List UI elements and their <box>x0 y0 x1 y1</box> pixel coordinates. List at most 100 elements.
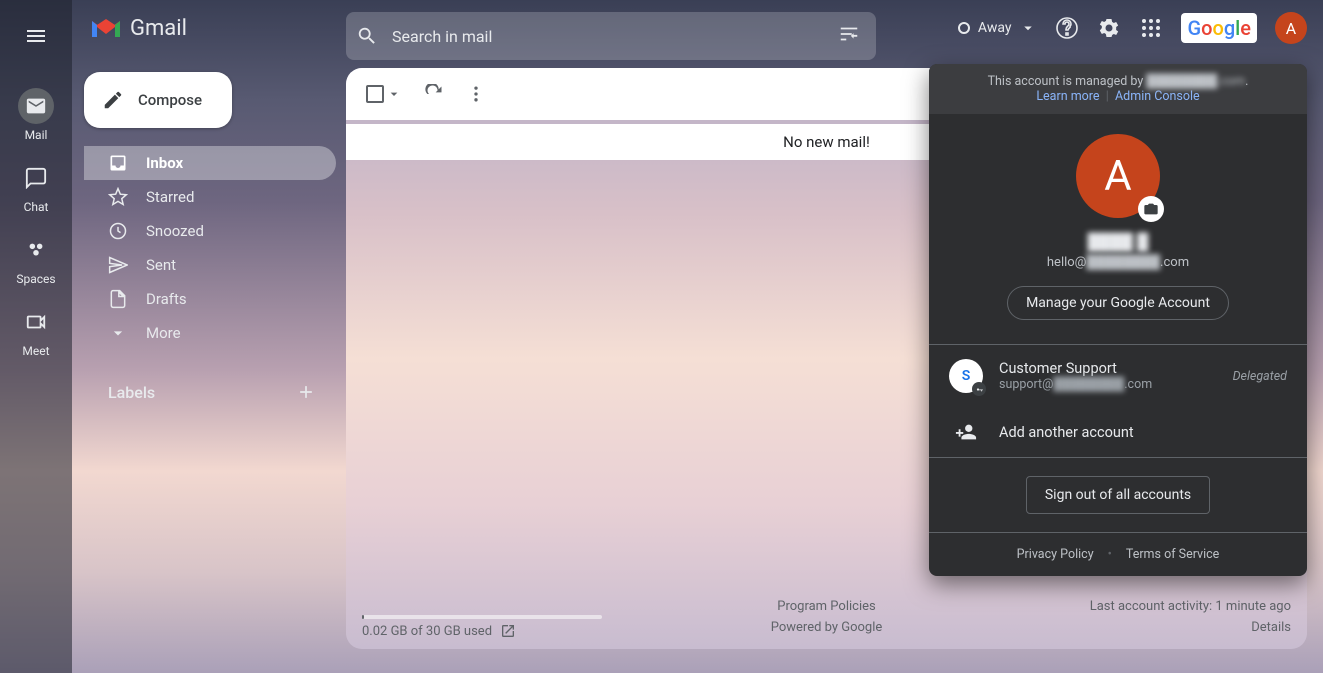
gmail-wordmark: Gmail <box>130 16 187 41</box>
star-icon <box>108 187 128 207</box>
gmail-icon <box>90 17 122 41</box>
rail-label: Spaces <box>16 272 55 286</box>
learn-more-link[interactable]: Learn more <box>1036 89 1099 104</box>
popover-footer: Privacy Policy • Terms of Service <box>929 533 1307 576</box>
status-indicator-icon <box>958 22 970 34</box>
manage-account-button[interactable]: Manage your Google Account <box>1007 286 1229 320</box>
admin-console-link[interactable]: Admin Console <box>1115 89 1200 104</box>
chat-icon <box>25 167 47 189</box>
search-bar[interactable]: Search in mail <box>346 12 876 60</box>
details-link[interactable]: Details <box>1090 618 1291 639</box>
signout-button[interactable]: Sign out of all accounts <box>1026 476 1210 514</box>
add-account-row[interactable]: Add another account <box>929 407 1307 457</box>
folder-label: Inbox <box>146 154 183 172</box>
plus-icon[interactable] <box>296 382 316 402</box>
terms-link[interactable]: Terms of Service <box>1126 547 1219 562</box>
key-icon <box>975 385 984 394</box>
delegated-account-row[interactable]: S Customer Support support@████████.com … <box>929 345 1307 407</box>
folder-sent[interactable]: Sent <box>84 248 336 282</box>
footer-right: Last account activity: 1 minute ago Deta… <box>1090 597 1291 639</box>
popover-avatar-wrap[interactable]: A <box>1076 134 1160 218</box>
rail-item-mail[interactable]: Mail <box>8 82 64 148</box>
folder-label: Drafts <box>146 290 187 308</box>
folder-snoozed[interactable]: Snoozed <box>84 214 336 248</box>
folder-label: Starred <box>146 188 194 206</box>
clock-icon <box>108 221 128 241</box>
account-avatar-button[interactable]: A <box>1275 12 1307 44</box>
labels-header: Labels <box>108 383 155 402</box>
search-options-button[interactable] <box>832 17 866 55</box>
folder-starred[interactable]: Starred <box>84 180 336 214</box>
popover-main: A ████ █ hello@████████.com Manage your … <box>929 114 1307 344</box>
rail-item-meet[interactable]: Meet <box>8 298 64 364</box>
search-placeholder: Search in mail <box>378 27 832 46</box>
rail-item-chat[interactable]: Chat <box>8 154 64 220</box>
folder-inbox[interactable]: Inbox <box>84 146 336 180</box>
chevron-down-icon <box>108 323 128 343</box>
add-account-label: Add another account <box>999 424 1134 441</box>
storage-used-text: 0.02 GB of 30 GB used <box>362 624 492 639</box>
account-popover: This account is managed by ████████.com.… <box>929 64 1307 576</box>
user-email: hello@████████.com <box>1047 254 1189 270</box>
refresh-icon[interactable] <box>424 84 444 104</box>
delegated-email: support@████████.com <box>999 377 1217 392</box>
managed-account-banner: This account is managed by ████████.com.… <box>929 64 1307 114</box>
storage-text-row: 0.02 GB of 30 GB used <box>362 623 516 639</box>
rail-label: Mail <box>25 128 48 142</box>
compose-button[interactable]: Compose <box>84 72 232 128</box>
left-rail: Mail Chat Spaces Meet <box>0 0 72 673</box>
chevron-down-icon <box>386 86 402 102</box>
camera-icon <box>1143 201 1159 217</box>
folder-label: More <box>146 324 181 342</box>
folder-label: Sent <box>146 256 176 274</box>
powered-by-text: Powered by Google <box>771 618 883 639</box>
tune-icon <box>838 23 860 45</box>
hamburger-icon <box>24 24 48 48</box>
program-policies-link[interactable]: Program Policies <box>771 597 883 618</box>
settings-icon[interactable] <box>1097 16 1121 40</box>
google-logo-chip[interactable]: Google <box>1181 13 1257 43</box>
more-vert-icon[interactable] <box>466 84 486 104</box>
send-icon <box>108 255 128 275</box>
spaces-icon <box>25 239 47 261</box>
pencil-icon <box>102 89 124 111</box>
rail-item-spaces[interactable]: Spaces <box>8 226 64 292</box>
chevron-down-icon <box>1019 19 1037 37</box>
apps-icon[interactable] <box>1139 16 1163 40</box>
open-in-new-icon[interactable] <box>500 623 516 639</box>
person-add-icon <box>955 421 977 443</box>
privacy-link[interactable]: Privacy Policy <box>1017 547 1094 562</box>
banner-domain: ████████.com <box>1146 74 1245 89</box>
sidebar: Compose Inbox Starred Snoozed Sent Draft… <box>84 72 336 402</box>
rail-label: Chat <box>24 200 49 214</box>
help-icon[interactable] <box>1055 16 1079 40</box>
delegated-name: Customer Support <box>999 360 1217 377</box>
delegated-avatar: S <box>949 359 983 393</box>
main-menu-button[interactable] <box>12 12 60 60</box>
file-icon <box>108 289 128 309</box>
folder-more[interactable]: More <box>84 316 336 350</box>
status-selector[interactable]: Away <box>958 19 1038 37</box>
storage-progress <box>362 615 602 619</box>
compose-label: Compose <box>138 91 202 109</box>
status-label: Away <box>978 20 1012 36</box>
search-icon <box>356 25 378 47</box>
folder-label: Snoozed <box>146 222 204 240</box>
change-photo-button[interactable] <box>1138 196 1164 222</box>
last-activity-text: Last account activity: 1 minute ago <box>1090 597 1291 618</box>
key-badge <box>972 382 986 396</box>
meet-icon <box>25 311 47 333</box>
folder-drafts[interactable]: Drafts <box>84 282 336 316</box>
inbox-icon <box>108 153 128 173</box>
labels-header-row: Labels <box>84 382 336 402</box>
banner-prefix: This account is managed by <box>988 74 1147 89</box>
gmail-logo[interactable]: Gmail <box>90 16 187 41</box>
delegated-badge: Delegated <box>1233 369 1287 384</box>
mail-icon <box>25 95 47 117</box>
user-display-name: ████ █ <box>1088 232 1149 252</box>
banner-suffix: . <box>1245 74 1248 89</box>
google-logo-text: Google <box>1187 16 1251 40</box>
footer-center: Program Policies Powered by Google <box>771 597 883 639</box>
header-actions: Away Google A <box>958 12 1307 44</box>
select-all-checkbox[interactable] <box>366 85 402 103</box>
